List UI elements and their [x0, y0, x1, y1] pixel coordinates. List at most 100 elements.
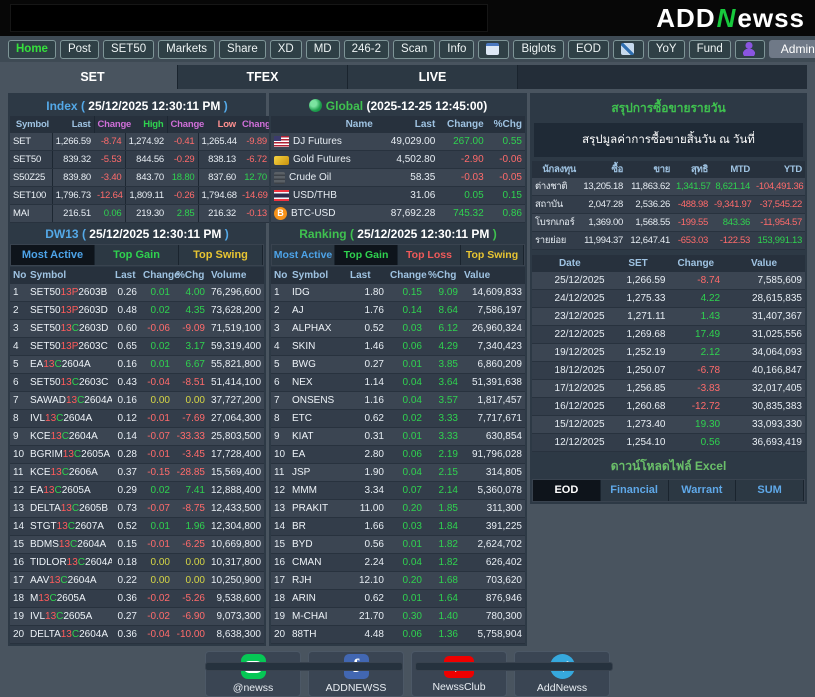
dw13-symbol[interactable]: M13C2605A: [27, 589, 112, 608]
ranking-symbol[interactable]: KIAT: [289, 427, 347, 446]
ranking-symbol[interactable]: AJ: [289, 301, 347, 320]
ranking-tab[interactable]: Most Active: [272, 245, 335, 265]
dw13-volume: 10,317,800: [208, 553, 264, 572]
social-button[interactable]: ADDNEWSS: [308, 651, 404, 697]
dw13-symbol[interactable]: DELTA13C2605B: [27, 499, 112, 518]
dw13-symbol[interactable]: IVL13C2604A: [27, 409, 112, 428]
index-symbol[interactable]: S50Z25: [10, 168, 53, 187]
social-button[interactable]: AddNewss: [514, 651, 610, 697]
nav-item[interactable]: Info: [439, 39, 475, 59]
global-name-cell[interactable]: USD/THB: [271, 186, 376, 205]
nav-item[interactable]: Share: [219, 39, 266, 59]
excel-button[interactable]: Warrant: [668, 480, 737, 501]
dw13-symbol[interactable]: SET5013C2603C: [27, 373, 112, 392]
daily-date[interactable]: 16/12/2025: [532, 397, 608, 416]
excel-button[interactable]: EOD: [533, 480, 601, 501]
ranking-tab[interactable]: Top Loss: [398, 245, 461, 265]
social-button[interactable]: @newss: [205, 651, 301, 697]
ranking-symbol[interactable]: PRAKIT: [289, 499, 347, 518]
dw13-no: 15: [10, 535, 27, 554]
dw13-volume: 17,728,400: [208, 445, 264, 464]
dw13-symbol[interactable]: AAV13C2604A: [27, 571, 112, 590]
global-name-cell[interactable]: Crude Oil: [271, 168, 376, 187]
dw13-symbol[interactable]: STGT13C2607A: [27, 517, 112, 536]
dw13-symbol[interactable]: TIDLOR13C2604A: [27, 553, 112, 572]
ranking-row: 4 SKIN 1.46 0.06 4.29 7,340,423: [271, 337, 525, 356]
dw13-symbol[interactable]: SET5013P2603D: [27, 301, 112, 320]
main-tab[interactable]: LIVE: [348, 65, 518, 89]
ranking-symbol[interactable]: NEX: [289, 373, 347, 392]
ranking-symbol[interactable]: RJH: [289, 571, 347, 590]
dw13-symbol[interactable]: KCE13C2604A: [27, 427, 112, 446]
dw13-tab[interactable]: Top Swing: [179, 245, 263, 265]
nav-item[interactable]: [734, 39, 765, 59]
dw13-symbol[interactable]: SET5013C2603D: [27, 319, 112, 338]
nav-item[interactable]: Home: [8, 39, 56, 59]
daily-date[interactable]: 18/12/2025: [532, 361, 608, 380]
ranking-symbol[interactable]: BYD: [289, 535, 347, 554]
global-name-cell[interactable]: BTC-USD: [271, 204, 376, 223]
nav-item[interactable]: [478, 39, 510, 59]
ranking-symbol[interactable]: IDG: [289, 284, 347, 302]
ranking-symbol[interactable]: M-CHAI: [289, 607, 347, 626]
nav-item[interactable]: 246-2: [343, 39, 390, 59]
nav-item[interactable]: SET50: [102, 39, 155, 59]
nav-item[interactable]: Post: [59, 39, 99, 59]
index-symbol[interactable]: SET: [10, 133, 53, 151]
index-symbol[interactable]: MAI: [10, 204, 53, 223]
index-symbol[interactable]: SET50: [10, 150, 53, 169]
dw13-symbol[interactable]: EA13C2605A: [27, 481, 112, 500]
dw13-tab[interactable]: Most Active: [11, 245, 95, 265]
nav-item[interactable]: YoY: [647, 39, 685, 59]
nav-item[interactable]: [612, 39, 644, 59]
ranking-symbol[interactable]: EA: [289, 445, 347, 464]
ranking-symbol[interactable]: ETC: [289, 409, 347, 428]
ranking-symbol[interactable]: ONSENS: [289, 391, 347, 410]
excel-button[interactable]: Financial: [600, 480, 669, 501]
daily-date[interactable]: 24/12/2025: [532, 289, 608, 308]
dw13-symbol[interactable]: KCE13C2606A: [27, 463, 112, 482]
index-symbol[interactable]: SET100: [10, 186, 53, 205]
nav-item[interactable]: Markets: [158, 39, 216, 59]
ranking-tab[interactable]: Top Gain: [335, 245, 398, 265]
dw13-symbol[interactable]: DELTA13C2604A: [27, 625, 112, 644]
nav-item[interactable]: EOD: [567, 39, 609, 59]
ranking-symbol[interactable]: CMAN: [289, 553, 347, 572]
ranking-symbol[interactable]: BR: [289, 517, 347, 536]
dw13-symbol[interactable]: SET5013P2603C: [27, 337, 112, 356]
ranking-symbol[interactable]: JSP: [289, 463, 347, 482]
daily-date[interactable]: 22/12/2025: [532, 325, 608, 344]
ranking-symbol[interactable]: 88TH: [289, 625, 347, 644]
ranking-symbol[interactable]: MMM: [289, 481, 347, 500]
dw13-symbol[interactable]: SET5013P2603B: [27, 284, 112, 302]
dw13-symbol[interactable]: SAWAD13C2604A: [27, 391, 112, 410]
daily-date[interactable]: 15/12/2025: [532, 415, 608, 434]
nav-item[interactable]: XD: [269, 39, 302, 59]
nav-item[interactable]: MD: [305, 39, 340, 59]
ranking-tab[interactable]: Top Swing: [461, 245, 524, 265]
social-button[interactable]: NewssClub: [411, 651, 507, 697]
daily-date[interactable]: 17/12/2025: [532, 379, 608, 398]
excel-button[interactable]: SUM: [736, 480, 804, 501]
daily-date[interactable]: 23/12/2025: [532, 307, 608, 326]
main-tab[interactable]: TFEX: [178, 65, 348, 89]
global-name-cell[interactable]: Gold Futures: [271, 150, 376, 169]
main-tab[interactable]: SET: [8, 65, 178, 89]
admin-button[interactable]: Admin: [768, 40, 815, 58]
daily-date[interactable]: 19/12/2025: [532, 343, 608, 362]
nav-item[interactable]: Biglots: [513, 39, 564, 59]
ranking-symbol[interactable]: ARIN: [289, 589, 347, 608]
global-name-cell[interactable]: DJ Futures: [271, 133, 376, 151]
ranking-symbol[interactable]: ALPHAX: [289, 319, 347, 338]
dw13-symbol[interactable]: EA13C2604A: [27, 355, 112, 374]
daily-date[interactable]: 25/12/2025: [532, 272, 608, 290]
dw13-symbol[interactable]: BDMS13C2604A: [27, 535, 112, 554]
nav-item[interactable]: Scan: [393, 39, 436, 59]
dw13-tab[interactable]: Top Gain: [95, 245, 179, 265]
ranking-symbol[interactable]: SKIN: [289, 337, 347, 356]
dw13-symbol[interactable]: BGRIM13C2605A: [27, 445, 112, 464]
ranking-symbol[interactable]: BWG: [289, 355, 347, 374]
daily-date[interactable]: 12/12/2025: [532, 433, 608, 452]
dw13-symbol[interactable]: IVL13C2605A: [27, 607, 112, 626]
nav-item[interactable]: Fund: [688, 39, 731, 59]
